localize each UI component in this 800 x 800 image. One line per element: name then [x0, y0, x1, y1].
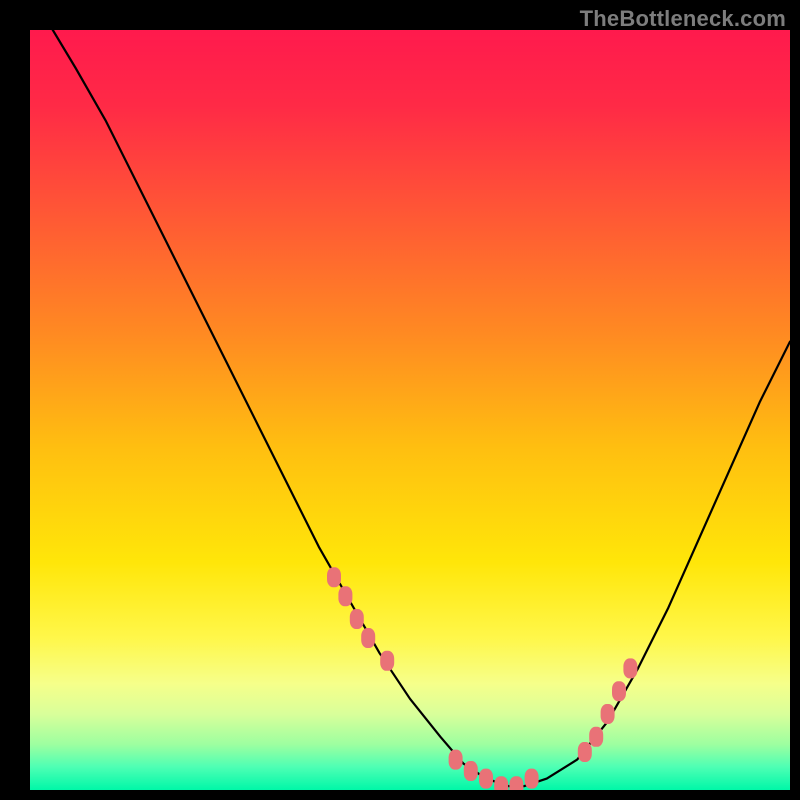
chart-svg — [30, 30, 790, 790]
marker-dot — [479, 769, 493, 789]
marker-dot — [601, 704, 615, 724]
marker-dot — [612, 681, 626, 701]
marker-dot — [525, 769, 539, 789]
marker-dot — [350, 609, 364, 629]
marker-dot — [449, 750, 463, 770]
marker-dot — [589, 727, 603, 747]
marker-dot — [464, 761, 478, 781]
marker-dot — [578, 742, 592, 762]
marker-dot — [623, 658, 637, 678]
marker-dot — [494, 776, 508, 790]
marker-dot — [338, 586, 352, 606]
marker-dot — [380, 651, 394, 671]
marker-dot — [361, 628, 375, 648]
gradient-background — [30, 30, 790, 790]
marker-dot — [327, 567, 341, 587]
watermark-text: TheBottleneck.com — [580, 6, 786, 32]
chart-frame: TheBottleneck.com — [0, 0, 800, 800]
marker-dot — [509, 776, 523, 790]
plot-area — [30, 30, 790, 790]
